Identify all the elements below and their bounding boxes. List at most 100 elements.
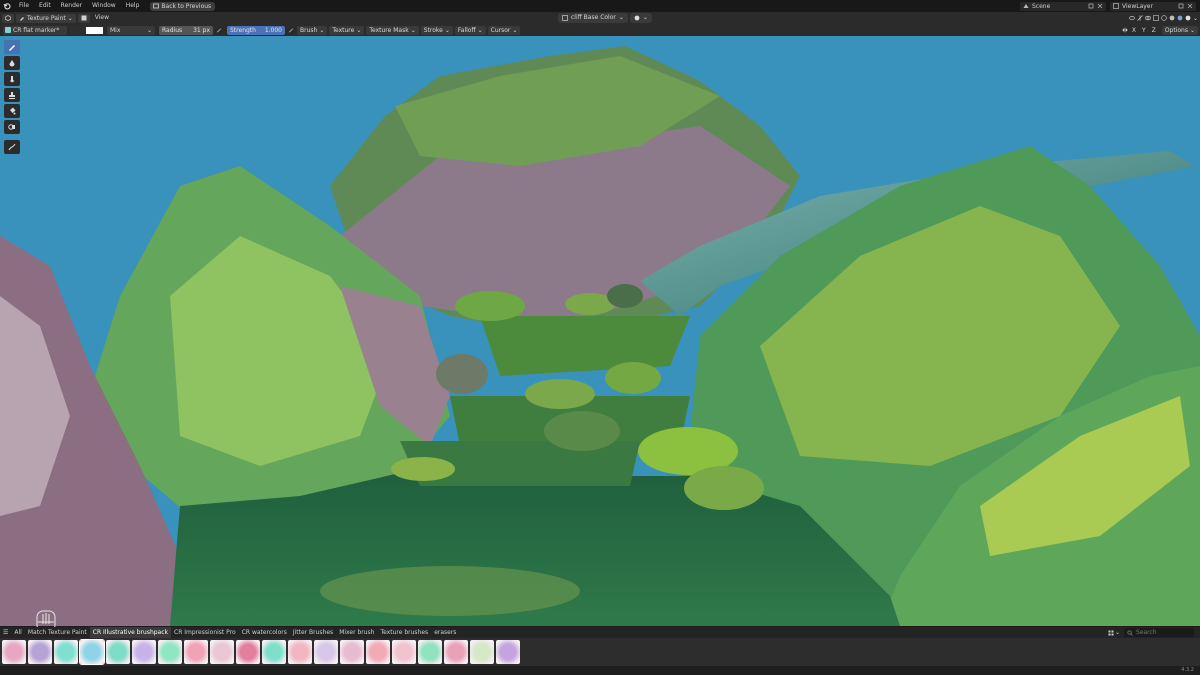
brush-thumbnail[interactable]	[28, 640, 52, 664]
stroke-dropdown[interactable]: Stroke ⌄	[420, 25, 453, 35]
paint-mask-toggle[interactable]	[77, 13, 90, 23]
wireframe-shading-icon[interactable]	[1161, 15, 1167, 21]
solid-shading-icon[interactable]	[1169, 15, 1175, 21]
shelf-tab-cr-watercolors[interactable]: CR watercolors	[239, 627, 290, 638]
annotate-tool-button[interactable]	[4, 140, 20, 154]
brush-thumbnail[interactable]	[470, 640, 494, 664]
rendered-shading-icon[interactable]	[1185, 15, 1191, 21]
smear-tool-button[interactable]	[4, 72, 20, 86]
menu-help[interactable]: Help	[121, 0, 145, 12]
shelf-display-options[interactable]: ⌄	[1108, 628, 1120, 637]
copy-icon[interactable]	[1088, 3, 1094, 9]
drop-icon	[9, 60, 15, 67]
chevron-down-icon: ⌄	[477, 26, 483, 34]
shelf-tab-mixer-brush[interactable]: Mixer brush	[336, 627, 377, 638]
falloff-dropdown[interactable]: Falloff ⌄	[454, 25, 486, 35]
blend-mode-value: Mix	[110, 26, 121, 34]
brush-thumbnail[interactable]	[236, 640, 260, 664]
overlay-icon[interactable]	[1145, 15, 1151, 21]
menu-file[interactable]: File	[14, 0, 34, 12]
brush-thumbnail[interactable]	[132, 640, 156, 664]
chevron-down-icon: ⌄	[319, 26, 325, 34]
mask-tool-button[interactable]	[4, 120, 20, 134]
blend-mode-select[interactable]: Mix ⌄	[107, 25, 155, 35]
mirror-icon	[1122, 27, 1128, 33]
shelf-tab-jitter-brushes[interactable]: Jitter Brushes	[290, 627, 336, 638]
copy-icon[interactable]	[1178, 3, 1184, 9]
shelf-tab-all[interactable]: All	[11, 627, 24, 638]
close-icon[interactable]	[1187, 3, 1193, 9]
menu-window[interactable]: Window	[87, 0, 121, 12]
brush-thumbnail[interactable]	[184, 640, 208, 664]
texture-dropdown[interactable]: Texture ⌄	[329, 25, 365, 35]
mirror-z-toggle[interactable]: Z	[1150, 27, 1158, 34]
pool-reflection	[320, 566, 580, 616]
mode-selector[interactable]: Texture Paint ⌄	[16, 13, 76, 23]
brush-thumbnail[interactable]	[496, 640, 520, 664]
viewlayer-selector[interactable]: ViewLayer	[1110, 1, 1196, 11]
brush-selector[interactable]: CR flat marker*	[3, 25, 67, 35]
shelf-tab-texture-brushes[interactable]: Texture brushes	[377, 627, 431, 638]
brush-thumbnail[interactable]	[54, 640, 78, 664]
3d-viewport[interactable]	[0, 36, 1200, 626]
material-shading-icon[interactable]	[1177, 15, 1183, 21]
scene-selector[interactable]: Scene	[1020, 1, 1106, 11]
blender-logo-icon[interactable]	[0, 0, 14, 12]
options-dropdown[interactable]: Options ⌄	[1161, 25, 1198, 35]
brush-thumbnail[interactable]	[158, 640, 182, 664]
back-to-previous-button[interactable]: Back to Previous	[150, 1, 216, 11]
fill-tool-button[interactable]	[4, 104, 20, 118]
shading-toggle[interactable]: ⌄	[629, 13, 652, 23]
chevron-down-icon[interactable]: ⌄	[1193, 15, 1198, 22]
brush-dropdown[interactable]: Brush ⌄	[297, 25, 328, 35]
cursor-dropdown[interactable]: Cursor ⌄	[487, 25, 521, 35]
close-icon[interactable]	[1097, 3, 1103, 9]
brush-thumbnail[interactable]	[392, 640, 416, 664]
clone-tool-button[interactable]	[4, 88, 20, 102]
3d-viewport-icon	[5, 15, 11, 21]
shelf-tab-cr-impressionist-pro[interactable]: CR Impressionist Pro	[171, 627, 239, 638]
strength-pressure-toggle[interactable]	[287, 26, 295, 35]
color-field[interactable]	[70, 25, 104, 35]
brush-thumbnail[interactable]	[444, 640, 468, 664]
brush-thumbnail[interactable]	[340, 640, 364, 664]
radius-pressure-toggle[interactable]	[215, 26, 223, 35]
chevron-down-icon: ⌄	[512, 26, 518, 34]
shelf-menu-icon[interactable]: ☰	[0, 627, 11, 638]
draw-tool-button[interactable]	[4, 40, 20, 54]
mirror-y-toggle[interactable]: Y	[1140, 27, 1148, 34]
visibility-icon[interactable]	[1129, 15, 1135, 21]
brush-thumbnail[interactable]	[288, 640, 312, 664]
brush-thumbnail[interactable]	[2, 640, 26, 664]
menu-edit[interactable]: Edit	[34, 0, 56, 12]
brush-thumbnail[interactable]	[314, 640, 338, 664]
radius-slider[interactable]: Radius 31 px	[159, 25, 213, 35]
brush-thumbnail[interactable]	[210, 640, 234, 664]
view-menu[interactable]: View	[90, 12, 114, 24]
radius-label: Radius	[162, 26, 183, 34]
texture-mask-dropdown-label: Texture Mask	[369, 26, 409, 34]
brush-thumbnail[interactable]	[366, 640, 390, 664]
brush-thumbnail[interactable]	[262, 640, 286, 664]
brush-thumbnail[interactable]	[106, 640, 130, 664]
texture-slot-selector[interactable]: cliff Base Color ⌄	[558, 13, 628, 23]
sphere-icon	[634, 15, 640, 21]
gizmo-icon[interactable]	[1137, 15, 1143, 21]
shelf-tab-erasers[interactable]: erasers	[431, 627, 459, 638]
menu-render[interactable]: Render	[56, 0, 87, 12]
editor-type-button[interactable]	[2, 13, 14, 23]
strength-value: 1.000	[264, 26, 282, 34]
chevron-down-icon: ⌄	[444, 26, 450, 34]
xray-icon[interactable]	[1153, 15, 1159, 21]
shelf-search-input[interactable]: Search	[1124, 628, 1194, 637]
mirror-x-toggle[interactable]: X	[1130, 27, 1138, 34]
soften-tool-button[interactable]	[4, 56, 20, 70]
texture-slot-label: cliff Base Color	[571, 14, 616, 21]
shelf-tab-cr-illustrative-brushpack[interactable]: CR Illustrative brushpack	[89, 627, 172, 638]
brush-thumbnail[interactable]	[79, 639, 105, 665]
shelf-tab-match-texture-paint[interactable]: Match Texture Paint	[25, 627, 90, 638]
brush-thumbnail[interactable]	[418, 640, 442, 664]
texture-mask-dropdown[interactable]: Texture Mask ⌄	[366, 25, 419, 35]
strength-slider[interactable]: Strength 1.000	[227, 25, 285, 35]
chevron-down-icon: ⌄	[1114, 629, 1120, 636]
